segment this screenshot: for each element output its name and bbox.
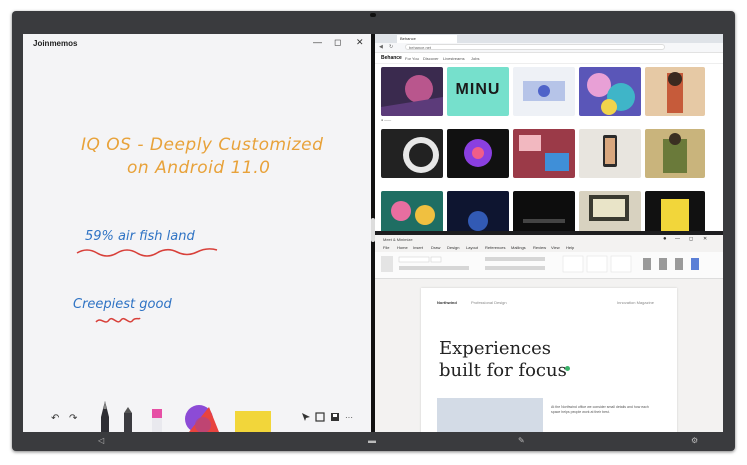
nav-item[interactable]: Livestreams — [443, 56, 465, 61]
gallery-tile[interactable] — [513, 67, 575, 116]
minimize-icon[interactable]: — — [675, 235, 680, 244]
text-cursor-icon — [565, 366, 570, 371]
menu-review[interactable]: Review — [533, 245, 546, 250]
doc-heading-line2: built for focus — [439, 360, 567, 381]
ink-note-1: 59% air fish land — [85, 229, 195, 244]
menu-home[interactable]: Home — [397, 245, 408, 250]
menu-file[interactable]: File — [383, 245, 389, 250]
browser-tab[interactable]: Behance — [397, 35, 457, 43]
doc-nav: Professional Design — [471, 300, 507, 305]
nav-item[interactable]: Jobs — [471, 56, 479, 61]
browser-window[interactable]: Behance ◀ ↻ behance.net Behance For You … — [375, 34, 723, 231]
close-icon[interactable]: ✕ — [703, 235, 707, 244]
brand-logo-icon: ▬ — [368, 436, 376, 445]
restore-icon[interactable]: ◻ — [689, 235, 693, 244]
gallery-tile[interactable] — [513, 129, 575, 178]
nav-item[interactable]: Discover — [423, 56, 439, 61]
tile-wordmark: MINU — [455, 81, 501, 98]
word-window-title: Meet & Minimize — [383, 237, 413, 242]
word-ribbon — [375, 252, 723, 279]
screen: Joinmemos — ◻ ✕ IQ OS - Deeply Customize… — [23, 34, 723, 432]
menu-draw[interactable]: Draw — [431, 245, 440, 250]
camera-icon — [370, 13, 376, 17]
menu-help[interactable]: Help — [566, 245, 574, 250]
gallery-tile[interactable] — [579, 129, 641, 178]
ink-underline-squiggle — [76, 248, 218, 257]
site-logo[interactable]: Behance — [381, 55, 402, 61]
menu-mailings[interactable]: Mailings — [511, 245, 526, 250]
undo-button[interactable]: ↶ — [51, 413, 59, 424]
gallery-tile[interactable] — [447, 129, 509, 178]
gallery-tile[interactable] — [513, 191, 575, 231]
memo-app-window[interactable]: Joinmemos — ◻ ✕ IQ OS - Deeply Customize… — [23, 34, 371, 432]
doc-brand: Northwind — [437, 300, 457, 305]
word-title-bar: Meet & Minimize ● — ◻ ✕ — [375, 235, 723, 244]
back-icon[interactable]: ◀ — [379, 44, 383, 50]
back-nav-icon[interactable]: ◁ — [98, 436, 104, 445]
browser-toolbar: ◀ ↻ behance.net — [375, 43, 723, 53]
nav-item[interactable]: For You — [405, 56, 419, 61]
ink-heading-line1: IQ OS - Deeply Customized — [81, 135, 324, 155]
menu-layout[interactable]: Layout — [466, 245, 478, 250]
gallery-tile[interactable] — [447, 191, 509, 231]
ink-heading-line2: on Android 11.0 — [127, 158, 271, 178]
more-options-button[interactable]: ··· — [345, 413, 353, 422]
gallery-tile[interactable] — [381, 191, 443, 231]
menu-design[interactable]: Design — [447, 245, 459, 250]
gallery-tile[interactable] — [579, 191, 641, 231]
doc-body-text: At the Northwind office we consider smal… — [551, 405, 649, 414]
browser-tab-bar: Behance — [375, 34, 723, 43]
site-nav: Behance For You Discover Livestreams Job… — [375, 53, 723, 64]
settings-icon[interactable]: ⚙ — [691, 436, 698, 445]
gallery-tile[interactable] — [645, 67, 705, 116]
redo-button[interactable]: ↷ — [69, 413, 77, 424]
tile-caption: ● —— — [381, 118, 392, 122]
menu-insert[interactable]: Insert — [413, 245, 423, 250]
select-cursor-icon[interactable] — [301, 412, 311, 422]
doc-right-label: Innovation Magazine — [617, 300, 654, 305]
restore-button[interactable]: ◻ — [334, 37, 341, 48]
fountain-pen-icon[interactable] — [97, 399, 113, 432]
memo-app-title: Joinmemos — [33, 39, 78, 48]
shapes-tool-icon[interactable] — [169, 403, 227, 432]
gallery-tile[interactable] — [381, 67, 443, 116]
gallery-tile[interactable] — [579, 67, 641, 116]
gallery-tile[interactable] — [645, 191, 705, 231]
close-button[interactable]: ✕ — [356, 37, 364, 48]
word-menu-bar: File Home Insert Draw Design Layout Refe… — [375, 244, 723, 252]
highlighter-icon[interactable] — [149, 407, 165, 432]
doc-heading-line1: Experiences — [439, 338, 552, 359]
sticky-note-icon[interactable] — [233, 409, 273, 432]
crop-icon[interactable] — [315, 412, 325, 422]
avatar-icon[interactable]: ● — [663, 235, 667, 244]
menu-references[interactable]: References — [485, 245, 505, 250]
pen-toolbar: ↶ ↷ ··· — [45, 399, 355, 432]
ink-loop-scribble — [95, 317, 141, 323]
word-window[interactable]: Meet & Minimize ● — ◻ ✕ File Home Insert… — [375, 235, 723, 432]
gallery-tile[interactable]: MINU — [447, 67, 509, 116]
gallery-tile[interactable] — [645, 129, 705, 178]
save-icon[interactable] — [330, 412, 340, 422]
document-page[interactable]: Northwind Professional Design Innovation… — [421, 288, 677, 432]
doc-image — [437, 398, 543, 432]
ribbon-controls-icon[interactable] — [375, 252, 723, 278]
pen-icon[interactable]: ✎ — [518, 436, 525, 445]
marker-pen-icon[interactable] — [121, 407, 135, 432]
address-bar[interactable]: behance.net — [405, 44, 665, 50]
ink-note-2: Creepiest good — [73, 297, 172, 312]
minimize-button[interactable]: — — [313, 37, 322, 47]
monitor-bottom-bar: ◁ ▬ ✎ ⚙ — [23, 434, 723, 446]
menu-view[interactable]: View — [551, 245, 560, 250]
gallery-tile[interactable] — [381, 129, 443, 178]
reload-icon[interactable]: ↻ — [389, 44, 393, 50]
